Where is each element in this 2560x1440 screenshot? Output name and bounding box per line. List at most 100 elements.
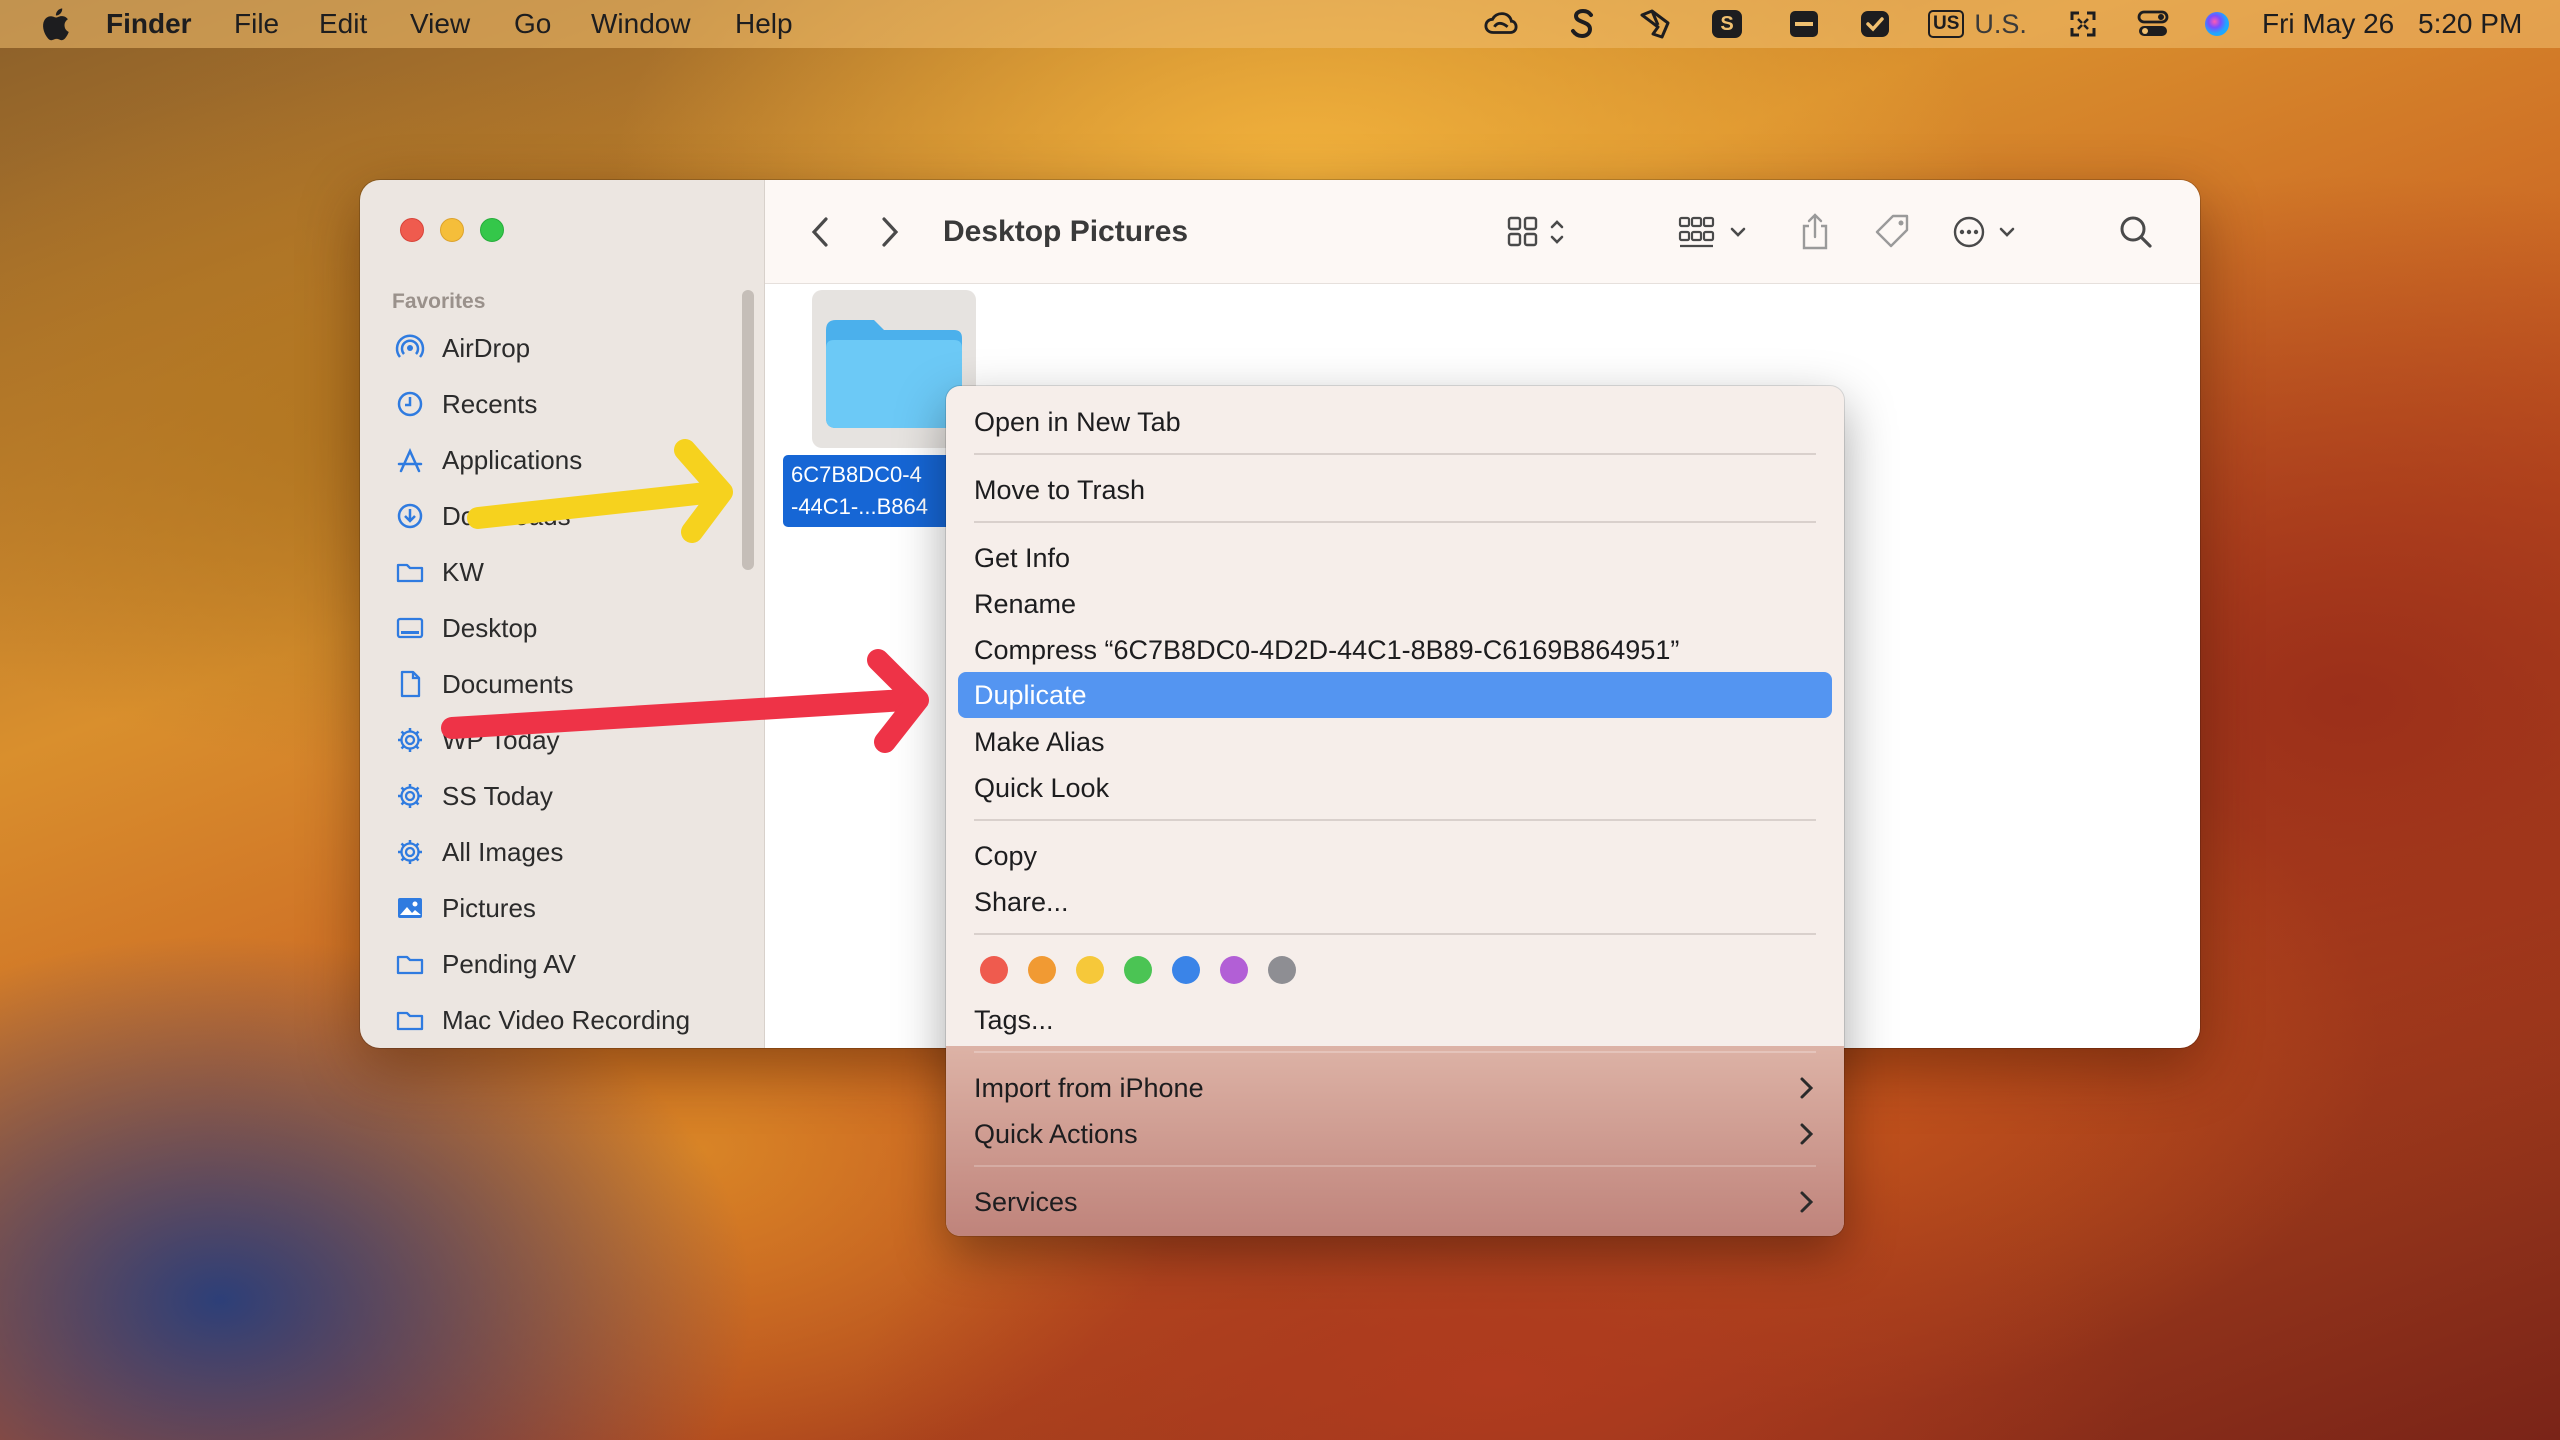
tag-icon[interactable]: [1871, 210, 1915, 254]
checkmark-icon[interactable]: [1858, 8, 1892, 40]
sidebar-item-label: All Images: [442, 836, 564, 867]
minimize-button[interactable]: [440, 218, 464, 242]
sidebar-item-label: SS Today: [442, 780, 553, 811]
view-mode-icon[interactable]: [1500, 210, 1576, 254]
tag-orange-dot[interactable]: [1028, 956, 1056, 984]
menu-item-share[interactable]: Share...: [974, 882, 1069, 922]
menubar-time[interactable]: 5:20 PM: [2418, 8, 2522, 40]
tag-red-dot[interactable]: [980, 956, 1008, 984]
search-icon[interactable]: [2115, 210, 2157, 254]
creative-cloud-icon[interactable]: [1484, 8, 1518, 40]
sidebar-item-mac-video-recording[interactable]: Mac Video Recording: [394, 998, 754, 1042]
group-by-icon[interactable]: [1675, 210, 1753, 254]
gear-icon: [394, 836, 426, 868]
tag-gray-dot[interactable]: [1268, 956, 1296, 984]
sidebar-item-downloads[interactable]: Downloads: [394, 494, 754, 538]
expand-icon[interactable]: [2066, 8, 2100, 40]
menu-item-get-info[interactable]: Get Info: [974, 538, 1070, 578]
photo-icon: [394, 892, 426, 924]
sidebar: Favorites AirDrop Recents Applications D…: [360, 180, 765, 1048]
sidebar-item-airdrop[interactable]: AirDrop: [394, 326, 754, 370]
keyboard-icon[interactable]: US U.S.: [1928, 8, 2038, 40]
menu-view[interactable]: View: [410, 8, 470, 40]
sidebar-item-label: WP Today: [442, 724, 560, 755]
scrivener-icon[interactable]: [1566, 8, 1600, 40]
menu-item-compress[interactable]: Compress “6C7B8DC0-4D2D-44C1-8B89-C6169B…: [974, 630, 1679, 670]
skype-icon[interactable]: S: [1710, 8, 1744, 40]
sidebar-item-label: Applications: [442, 444, 583, 475]
menu-item-quick-look[interactable]: Quick Look: [974, 768, 1109, 808]
share-icon[interactable]: [1795, 210, 1835, 254]
tag-blue-dot[interactable]: [1172, 956, 1200, 984]
control-center-icon[interactable]: [2136, 8, 2170, 40]
menu-item-move-to-trash[interactable]: Move to Trash: [974, 470, 1145, 510]
menu-item-services[interactable]: Services: [974, 1182, 1078, 1222]
folder-icon: [394, 1004, 426, 1036]
menubar-date[interactable]: Fri May 26: [2262, 8, 2394, 40]
chevron-right-icon: [1800, 1077, 1814, 1099]
menu-separator: [974, 1051, 1816, 1053]
apple-menu-icon[interactable]: [40, 6, 70, 42]
siri-icon[interactable]: [2200, 8, 2234, 40]
menu-item-tags[interactable]: Tags...: [974, 1000, 1054, 1040]
menu-item-open-in-new-tab[interactable]: Open in New Tab: [974, 402, 1181, 442]
folder-name-label[interactable]: 6C7B8DC0-4 -44C1-...B864: [783, 455, 953, 527]
sidebar-item-desktop[interactable]: Desktop: [394, 606, 754, 650]
folder-name-line1: 6C7B8DC0-4: [791, 462, 922, 487]
menu-separator: [974, 453, 1816, 455]
window-title: Desktop Pictures: [943, 215, 1189, 248]
folder-name-line2: -44C1-...B864: [791, 494, 928, 519]
close-button[interactable]: [400, 218, 424, 242]
back-icon[interactable]: [803, 210, 837, 254]
toolbar: Desktop Pictures: [765, 180, 2200, 284]
sidebar-item-ss-today[interactable]: SS Today: [394, 774, 754, 818]
sidebar-item-recents[interactable]: Recents: [394, 382, 754, 426]
sidebar-item-pending-av[interactable]: Pending AV: [394, 942, 754, 986]
sidebar-item-label: Documents: [442, 668, 574, 699]
sidebar-item-label: Recents: [442, 388, 538, 419]
app-menu-finder[interactable]: Finder: [106, 8, 192, 40]
desktop-icon: [394, 612, 426, 644]
menu-help[interactable]: Help: [735, 8, 793, 40]
input-source-label: U.S.: [1974, 8, 2027, 39]
input-source-badge: US: [1928, 10, 1965, 38]
forward-icon[interactable]: [873, 210, 907, 254]
sidebar-scrollbar[interactable]: [742, 290, 754, 570]
sidebar-item-applications[interactable]: Applications: [394, 438, 754, 482]
menu-item-duplicate[interactable]: Duplicate: [974, 675, 1087, 715]
shortcut-icon[interactable]: [1638, 8, 1672, 40]
sidebar-item-documents[interactable]: Documents: [394, 662, 754, 706]
menu-separator: [974, 933, 1816, 935]
tag-purple-dot[interactable]: [1220, 956, 1248, 984]
sidebar-item-kw[interactable]: KW: [394, 550, 754, 594]
document-icon: [394, 668, 426, 700]
folder-icon: [394, 556, 426, 588]
menu-item-highlight: [958, 672, 1832, 718]
menu-window[interactable]: Window: [591, 8, 691, 40]
zoom-button[interactable]: [480, 218, 504, 242]
sidebar-item-label: Desktop: [442, 612, 538, 643]
menu-item-quick-actions[interactable]: Quick Actions: [974, 1114, 1138, 1154]
clock-icon: [394, 388, 426, 420]
menu-go[interactable]: Go: [514, 8, 551, 40]
menu-bar: Finder File Edit View Go Window Help S U…: [0, 0, 2560, 48]
applications-icon: [394, 444, 426, 476]
display-icon[interactable]: [1787, 8, 1821, 40]
menu-item-rename[interactable]: Rename: [974, 584, 1076, 624]
menu-file[interactable]: File: [234, 8, 279, 40]
sidebar-item-label: Pictures: [442, 892, 536, 923]
menu-item-copy[interactable]: Copy: [974, 836, 1037, 876]
sidebar-item-pictures[interactable]: Pictures: [394, 886, 754, 930]
sidebar-item-all-images[interactable]: All Images: [394, 830, 754, 874]
sidebar-item-label: KW: [442, 556, 484, 587]
sidebar-item-wp-today[interactable]: WP Today: [394, 718, 754, 762]
menu-edit[interactable]: Edit: [319, 8, 367, 40]
chevron-right-icon: [1800, 1191, 1814, 1213]
menu-separator: [974, 521, 1816, 523]
tag-yellow-dot[interactable]: [1076, 956, 1104, 984]
more-actions-icon[interactable]: [1950, 210, 2024, 254]
menu-item-import-from-iphone[interactable]: Import from iPhone: [974, 1068, 1204, 1108]
sidebar-item-label: AirDrop: [442, 332, 531, 363]
tag-green-dot[interactable]: [1124, 956, 1152, 984]
menu-item-make-alias[interactable]: Make Alias: [974, 722, 1105, 762]
